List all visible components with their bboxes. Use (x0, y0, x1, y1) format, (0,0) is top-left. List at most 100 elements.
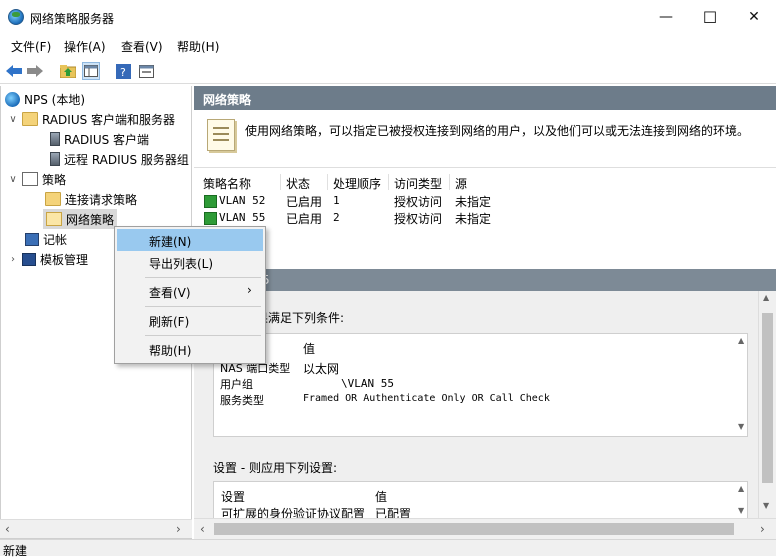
forward-arrow-icon[interactable] (26, 62, 44, 80)
tree-node-connection-request[interactable]: 连接请求策略 (45, 189, 137, 209)
conditions-value-header: 值 (303, 342, 316, 356)
settings-header-setting: 设置 (221, 490, 246, 504)
settings-label: 设置 - 则应用下列设置: (213, 461, 338, 475)
column-header-source[interactable]: 源 (455, 175, 467, 192)
policy-access: 授权访问 (394, 195, 443, 209)
condition-name: 用户组 (220, 378, 253, 391)
open-folder-icon (46, 212, 62, 226)
policy-order: 2 (333, 211, 340, 224)
policy-order: 1 (333, 194, 340, 207)
policy-source: 未指定 (455, 212, 492, 226)
menu-item-help[interactable]: 帮助(H) (117, 338, 263, 360)
policy-table: 策略名称 状态 处理顺序 访问类型 源 VLAN 52 已启用 1 授权访问 未… (194, 172, 776, 268)
tree-node-remote-radius[interactable]: 远程 RADIUS 服务器组 (47, 149, 189, 169)
info-text: 使用网络策略，可以指定已被授权连接到网络的用户，以及他们可以或无法连接到网络的环… (245, 124, 750, 138)
menu-item-view[interactable]: 查看(V) › (117, 280, 263, 302)
tree-label: RADIUS 客户端和服务器 (42, 112, 176, 127)
scroll-up-icon[interactable]: ▲ (763, 293, 769, 302)
tree-node-accounting[interactable]: 记帐 (25, 229, 67, 249)
table-row[interactable]: VLAN 55 已启用 2 授权访问 未指定 (194, 209, 776, 226)
condition-value: 以太网 (303, 362, 340, 376)
back-arrow-icon[interactable] (5, 62, 23, 80)
scroll-down-icon[interactable]: ▼ (738, 506, 744, 515)
menu-item-export[interactable]: 导出列表(L) (117, 251, 263, 273)
column-header-name[interactable]: 策略名称 (203, 175, 251, 192)
policy-document-icon (22, 172, 38, 186)
details-vertical-scrollbar[interactable]: ▲ ▼ (758, 291, 776, 524)
policy-detail-header: 5 (194, 269, 776, 291)
accounting-icon (25, 232, 39, 246)
scroll-left-icon[interactable]: ‹ (5, 522, 10, 536)
conditions-scrollbar[interactable]: ▲ ▼ (736, 334, 748, 436)
folder-icon (45, 192, 61, 206)
folder-icon (22, 112, 38, 126)
tree-label: 策略 (42, 172, 67, 187)
policy-status: 已启用 (286, 212, 323, 226)
chevron-down-icon[interactable]: ∨ (7, 174, 19, 185)
chevron-right-icon[interactable]: › (7, 254, 19, 265)
scroll-up-icon[interactable]: ▲ (738, 336, 744, 345)
tree-label: NPS (本地) (24, 92, 86, 107)
policy-source: 未指定 (455, 195, 492, 209)
submenu-arrow-icon: › (247, 283, 252, 297)
window-title: 网络策略服务器 (30, 12, 115, 26)
menu-view[interactable]: 查看(V) (121, 38, 163, 55)
help-icon[interactable]: ? (114, 62, 132, 80)
condition-value: \VLAN 55 (341, 377, 394, 390)
policy-access: 授权访问 (394, 212, 443, 226)
menu-help[interactable]: 帮助(H) (177, 38, 219, 55)
conditions-area: 果满足下列条件: 值 NAS 端口类型 以太网 用户组 \VLAN 55 服务类… (194, 291, 758, 531)
document-icon (207, 119, 235, 151)
menu-separator (145, 277, 261, 278)
tree-horizontal-scrollbar[interactable]: ‹ › (0, 519, 192, 538)
server-group-icon (50, 152, 60, 166)
scroll-right-icon[interactable]: › (176, 522, 181, 536)
scroll-thumb[interactable] (214, 523, 734, 535)
svg-text:?: ? (120, 66, 126, 79)
tree-node-radius-group[interactable]: ∨ RADIUS 客户端和服务器 (7, 109, 175, 129)
details-horizontal-scrollbar[interactable]: ‹ › (194, 518, 776, 539)
properties-icon[interactable] (137, 62, 155, 80)
scroll-up-icon[interactable]: ▲ (738, 484, 744, 493)
server-icon (50, 132, 60, 146)
tree-node-templates[interactable]: › 模板管理 (7, 249, 88, 269)
menu-file[interactable]: 文件(F) (11, 38, 51, 55)
close-button[interactable]: ✕ (732, 0, 776, 34)
tree-label: RADIUS 客户端 (64, 132, 150, 147)
show-pane-icon[interactable] (82, 62, 100, 80)
tree-node-radius-clients[interactable]: RADIUS 客户端 (47, 129, 149, 149)
menu-action[interactable]: 操作(A) (64, 38, 106, 55)
scroll-down-icon[interactable]: ▼ (763, 501, 769, 510)
tree-label: 连接请求策略 (65, 192, 138, 207)
menu-item-new[interactable]: 新建(N) (117, 229, 263, 251)
tree-node-network-policy[interactable]: 网络策略 (43, 209, 118, 229)
scroll-thumb[interactable] (762, 313, 773, 483)
tree-node-nps-local[interactable]: NPS (本地) (5, 89, 85, 109)
tree-node-policies[interactable]: ∨ 策略 (7, 169, 66, 189)
scroll-down-icon[interactable]: ▼ (738, 422, 744, 431)
column-header-status[interactable]: 状态 (286, 175, 310, 192)
chevron-down-icon[interactable]: ∨ (7, 114, 19, 125)
table-row[interactable]: VLAN 52 已启用 1 授权访问 未指定 (194, 192, 776, 209)
pane-header: 网络策略 (194, 86, 776, 110)
tree-label: 记帐 (43, 232, 68, 247)
title-bar: 网络策略服务器 — ☐ ✕ (0, 0, 776, 34)
policy-status: 已启用 (286, 195, 323, 209)
globe-icon (5, 91, 20, 107)
maximize-button[interactable]: ☐ (688, 0, 732, 34)
up-folder-icon[interactable] (59, 62, 77, 80)
details-pane: 网络策略 使用网络策略，可以指定已被授权连接到网络的用户，以及他们可以或无法连接… (194, 86, 776, 539)
scroll-right-icon[interactable]: › (760, 522, 765, 536)
tree-label: 远程 RADIUS 服务器组 (64, 152, 189, 167)
tree-label: 网络策略 (66, 212, 115, 227)
templates-icon (22, 252, 36, 266)
policy-name: VLAN 52 (219, 194, 266, 207)
policy-name: VLAN 55 (219, 211, 266, 224)
column-header-order[interactable]: 处理顺序 (333, 175, 381, 192)
scroll-left-icon[interactable]: ‹ (200, 522, 205, 536)
column-header-access[interactable]: 访问类型 (394, 175, 442, 192)
conditions-label: 果满足下列条件: (256, 311, 345, 325)
menu-item-refresh[interactable]: 刷新(F) (117, 309, 263, 331)
minimize-button[interactable]: — (644, 0, 688, 34)
menu-separator (145, 335, 261, 336)
